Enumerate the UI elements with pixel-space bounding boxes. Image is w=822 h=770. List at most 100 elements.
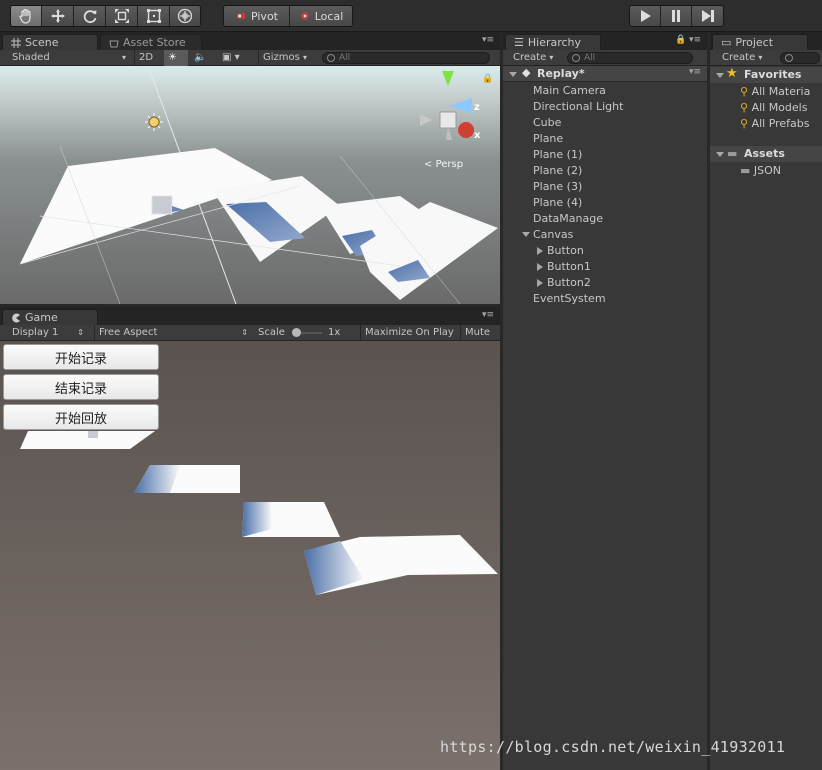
hierarchy-item-plane-2[interactable]: Plane (2) [533,163,582,179]
step-button[interactable] [692,6,723,26]
expand-triangle-icon[interactable] [509,72,517,77]
search-icon: ⚲ [740,101,749,114]
game-tab-label: Game [25,311,58,324]
collapse-triangle-icon[interactable] [537,247,543,255]
scene-menu-icon[interactable]: ▾≡ [689,67,701,77]
maximize-on-play-toggle[interactable]: Maximize On Play [360,325,460,341]
star-icon: ★ [726,66,738,81]
hierarchy-item-plane[interactable]: Plane [533,131,563,147]
grid-icon [11,37,21,48]
display-dropdown[interactable]: Display 1 ⇕ [8,325,86,341]
playback-controls [629,5,724,27]
scene-audio-toggle[interactable]: 🔈 [190,50,214,66]
favorite-label: All Prefabs [751,117,810,130]
dropdown-arrow-icon: ▾ [758,53,763,62]
pause-button[interactable] [661,6,692,26]
collapse-triangle-icon[interactable] [537,263,543,271]
tab-project[interactable]: ▭ Project [712,34,808,50]
favorites-section[interactable]: ★ Favorites [710,66,822,83]
lock-icon[interactable]: 🔒 [675,35,686,45]
stop-record-button[interactable]: 结束记录 [3,374,159,400]
scene-search-input[interactable]: All [322,52,490,64]
display-label: Display 1 [12,327,59,338]
persp-label: Persp [435,159,464,170]
pivot-label: Pivot [250,9,278,23]
favorite-all-prefabs[interactable]: ⚲ All Prefabs [740,116,810,132]
assets-section[interactable]: ▬ Assets [710,146,822,162]
list-icon: ☰ [514,36,524,49]
scene-viewport[interactable]: z x 🔒 < Persp [0,66,500,304]
sun-icon: ☀ [168,52,177,63]
panel-menu-icon[interactable]: ▾≡ [482,310,494,320]
scene-effects-dropdown[interactable]: ▣ ▾ [218,50,252,66]
start-record-button[interactable]: 开始记录 [3,344,159,370]
project-tab-label: Project [735,36,774,49]
gizmos-dropdown[interactable]: Gizmos ▾ [258,50,318,66]
unity-logo-icon: ◆ [522,66,531,79]
hierarchy-item-canvas[interactable]: Canvas [533,227,573,243]
expand-triangle-icon[interactable] [716,73,724,78]
hierarchy-item-datamanage[interactable]: DataManage [533,211,603,227]
transform-icon [177,8,193,24]
shading-mode-label: Shaded [12,52,50,63]
scale-value: 1x [328,327,341,338]
shading-mode-dropdown[interactable]: Shaded ▾ [8,50,128,66]
project-create-label: Create [722,52,756,63]
scale-slider-thumb[interactable] [292,328,301,337]
hierarchy-item-directional-light[interactable]: Directional Light [533,99,623,115]
cube-object[interactable] [151,195,173,215]
scene-root-row[interactable]: ◆ Replay* ▾≡ [503,66,707,82]
hierarchy-item-plane-3[interactable]: Plane (3) [533,179,582,195]
hierarchy-item-plane-4[interactable]: Plane (4) [533,195,582,211]
gizmo-axis-z: z [474,102,480,113]
local-button[interactable]: Local [290,6,352,26]
hierarchy-search-input[interactable]: All [567,52,693,64]
dropdown-arrow-icon: ▾ [549,53,554,62]
tab-game[interactable]: Game [2,309,98,325]
pivot-button[interactable]: Pivot [224,6,290,26]
panel-menu-icon[interactable]: ▾≡ [689,35,701,45]
hierarchy-item-button2[interactable]: Button2 [547,275,591,291]
rotate-tool-button[interactable] [74,6,106,26]
tab-scene[interactable]: Scene [2,34,98,50]
hierarchy-create-button[interactable]: Create ▾ [509,50,563,66]
folder-json[interactable]: ▬ JSON [740,163,781,179]
scale-tool-button[interactable] [106,6,138,26]
transform-tool-button[interactable] [170,6,200,26]
persp-toggle[interactable]: < Persp [424,159,463,170]
start-replay-button[interactable]: 开始回放 [3,404,159,430]
move-tool-button[interactable] [42,6,74,26]
rotate-icon [83,10,96,24]
hierarchy-item-button[interactable]: Button [547,243,584,259]
project-create-button[interactable]: Create ▾ [718,50,772,66]
tab-hierarchy[interactable]: ☰ Hierarchy [505,34,601,50]
panel-menu-icon[interactable]: ▾≡ [482,35,494,45]
rect-icon [146,9,161,23]
scale-label-wrap: Scale [254,325,288,341]
project-search-input[interactable] [780,52,820,64]
mute-audio-toggle[interactable]: Mute A [460,325,500,341]
hierarchy-item-plane-1[interactable]: Plane (1) [533,147,582,163]
favorite-all-materials[interactable]: ⚲ All Materia [740,84,810,100]
scene-lighting-toggle[interactable]: ☀ [164,50,188,66]
lock-icon[interactable]: 🔒 [482,74,493,84]
hierarchy-item-button1[interactable]: Button1 [547,259,591,275]
expand-triangle-icon[interactable] [716,152,724,157]
project-panel: ▭ Project Create ▾ ★ Favorites ⚲ All Mat… [710,32,822,770]
assets-label: Assets [744,147,785,160]
hand-tool-button[interactable] [11,6,42,26]
favorite-all-models[interactable]: ⚲ All Models [740,100,807,116]
aspect-dropdown[interactable]: Free Aspect ⇕ [94,325,250,341]
hierarchy-item-main-camera[interactable]: Main Camera [533,83,606,99]
tab-asset-store[interactable]: Asset Store [100,34,202,50]
main-toolbar: Pivot Local [0,0,822,32]
hierarchy-item-eventsystem[interactable]: EventSystem [533,291,606,307]
expand-triangle-icon[interactable] [522,232,530,237]
play-button[interactable] [630,6,661,26]
mode-2d-toggle[interactable]: 2D [134,50,158,66]
hierarchy-item-cube[interactable]: Cube [533,115,561,131]
hierarchy-toolbar: Create ▾ All [503,50,707,66]
aspect-label: Free Aspect [99,327,158,338]
rect-tool-button[interactable] [138,6,170,26]
collapse-triangle-icon[interactable] [537,279,543,287]
